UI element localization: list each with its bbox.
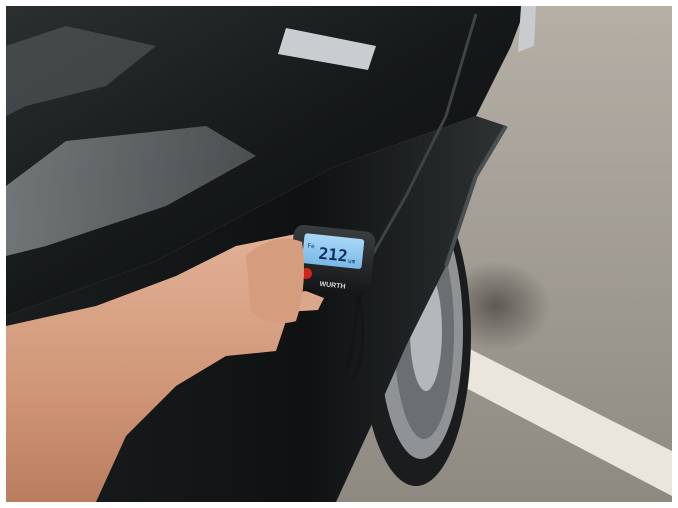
photo-frame: Fe 212 um WURTH	[6, 6, 672, 502]
gauge-reading: 212	[318, 244, 349, 266]
hand-fingers	[246, 238, 304, 323]
headlight	[518, 6, 536, 52]
gauge-mode-mark: Fe	[307, 242, 315, 250]
gauge-unit: um	[348, 258, 356, 266]
